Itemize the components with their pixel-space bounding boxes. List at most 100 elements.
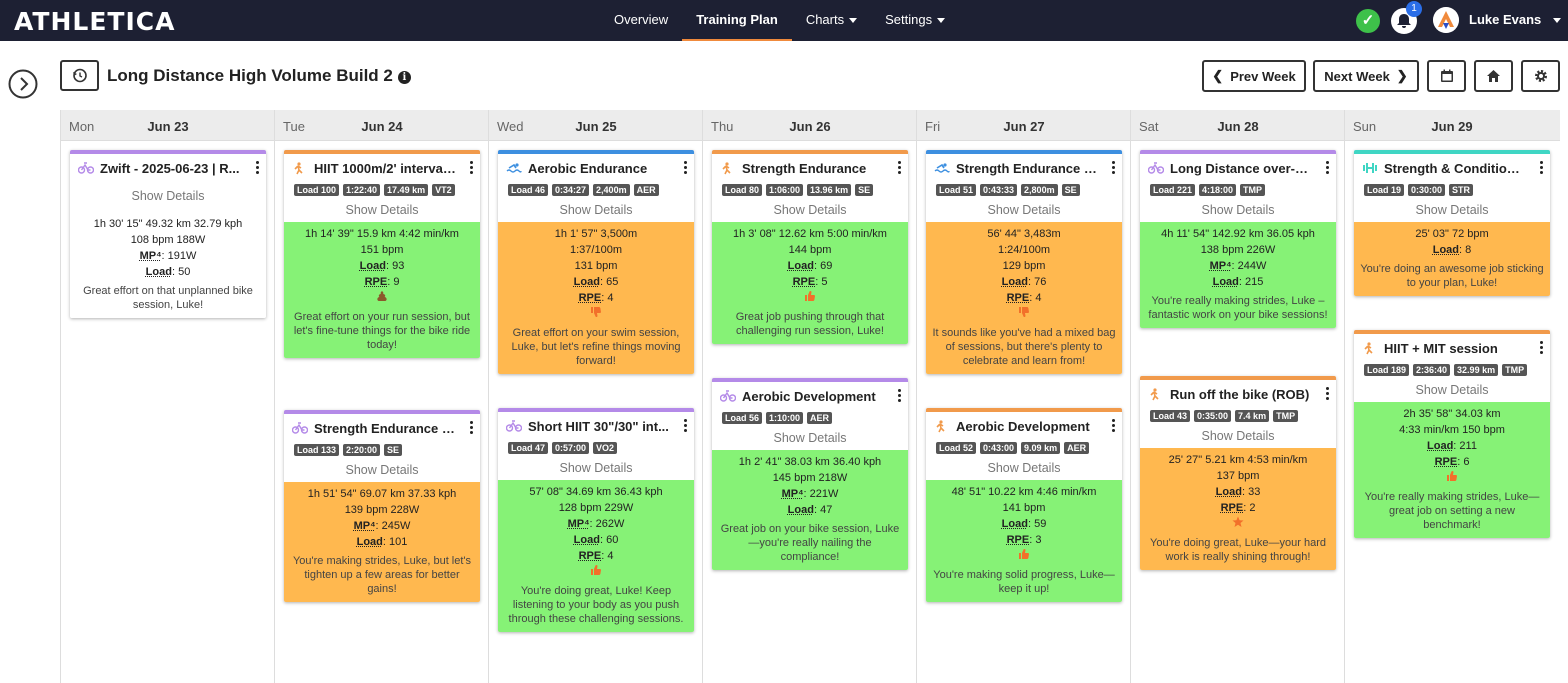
workout-card[interactable]: Strength Endurance - ... Load 133 2:20:00…: [284, 410, 480, 602]
load-label: Load: [1432, 244, 1460, 256]
show-details-link[interactable]: Show Details: [1354, 200, 1550, 222]
history-button[interactable]: [60, 60, 99, 91]
show-details-link[interactable]: Show Details: [1140, 426, 1336, 448]
day-column-tue: Tue Jun 24 HIIT 1000m/2' interval r... Lo…: [275, 110, 489, 683]
workout-card[interactable]: Strength Endurance Load 80 1:06:00 13.96 k…: [712, 150, 908, 344]
workout-title[interactable]: Long Distance over-un...: [1170, 161, 1312, 176]
tag: 7.4 km: [1235, 410, 1270, 422]
workout-results: 57' 08" 34.69 km 36.43 kph 128 bpm 229W …: [498, 480, 694, 632]
result-line: 108 bpm 188W: [130, 234, 206, 246]
tag: AER: [633, 184, 659, 196]
show-details-link[interactable]: Show Details: [284, 460, 480, 482]
show-details-link[interactable]: Show Details: [498, 200, 694, 222]
more-options-icon[interactable]: [1112, 419, 1116, 434]
info-icon[interactable]: i: [397, 71, 411, 84]
more-options-icon[interactable]: [470, 161, 474, 176]
day-date: Jun 27: [1003, 119, 1045, 134]
workout-title[interactable]: Strength Endurance - ...: [314, 421, 456, 436]
more-options-icon[interactable]: [1540, 341, 1544, 356]
dumbbell-icon: [1363, 163, 1377, 173]
workout-title[interactable]: Aerobic Development: [742, 389, 884, 404]
workout-card[interactable]: HIIT + MIT session Load 189 2:36:40 32.99 …: [1354, 330, 1550, 538]
workout-card[interactable]: Long Distance over-un... Load 221 4:18:00…: [1140, 150, 1336, 328]
load-label: Load: [573, 534, 600, 546]
workout-results: 1h 1' 57" 3,500m 1:37/100m 131 bpm Load:…: [498, 222, 694, 374]
mp4-line: MP⁴: 245W: [353, 520, 411, 532]
run-icon: [1150, 388, 1159, 401]
workout-card[interactable]: Aerobic Endurance Load 46 0:34:27 2,400m AE…: [498, 150, 694, 374]
workout-title[interactable]: HIIT 1000m/2' interval r...: [314, 161, 456, 176]
workout-title[interactable]: Aerobic Endurance: [528, 161, 670, 176]
more-options-icon[interactable]: [1326, 161, 1330, 176]
tag: VT2: [432, 184, 455, 196]
more-options-icon[interactable]: [684, 161, 688, 176]
show-details-link[interactable]: Show Details: [70, 186, 266, 208]
workout-card[interactable]: Short HIIT 30"/30" int... Load 47 0:57:00…: [498, 408, 694, 632]
rpe-line: RPE: 4: [578, 292, 614, 304]
day-header: Tue Jun 24: [275, 110, 488, 141]
show-details-link[interactable]: Show Details: [284, 200, 480, 222]
prev-week-label: Prev Week: [1230, 68, 1296, 84]
more-options-icon[interactable]: [684, 419, 688, 434]
workout-title[interactable]: Run off the bike (ROB): [1170, 387, 1312, 402]
expand-sidebar-icon[interactable]: [8, 69, 38, 99]
more-options-icon[interactable]: [256, 161, 260, 176]
show-details-link[interactable]: Show Details: [1354, 380, 1550, 402]
chevron-down-icon[interactable]: [1553, 18, 1561, 23]
rpe-value: 3: [1035, 534, 1042, 546]
nav-settings[interactable]: Settings: [871, 0, 959, 41]
more-options-icon[interactable]: [898, 389, 902, 404]
more-options-icon[interactable]: [898, 161, 902, 176]
load-label: Load: [787, 260, 814, 272]
workout-title[interactable]: Strength Endurance: [742, 161, 884, 176]
nav-overview[interactable]: Overview: [600, 0, 682, 41]
nav-charts[interactable]: Charts: [792, 0, 871, 41]
workout-card[interactable]: Run off the bike (ROB) Load 43 0:35:00 7.4…: [1140, 376, 1336, 570]
user-name[interactable]: Luke Evans: [1469, 12, 1541, 27]
tag: 17.49 km: [384, 184, 429, 196]
more-options-icon[interactable]: [1326, 387, 1330, 402]
load-line: Load: 47: [787, 504, 833, 516]
more-options-icon[interactable]: [470, 421, 474, 436]
show-details-link[interactable]: Show Details: [712, 428, 908, 450]
coach-message: You're making solid progress, Luke—keep …: [933, 569, 1115, 595]
show-details-link[interactable]: Show Details: [926, 200, 1122, 222]
workout-card[interactable]: Aerobic Development Load 56 1:10:00 AER Sh…: [712, 378, 908, 570]
show-details-link[interactable]: Show Details: [498, 458, 694, 480]
workout-title[interactable]: Strength Endurance (SE): [956, 161, 1098, 176]
load-value: 50: [178, 266, 191, 278]
workout-card[interactable]: HIIT 1000m/2' interval r... Load 100 1:22…: [284, 150, 480, 358]
mp4-label: MP⁴: [353, 520, 376, 532]
rpe-line: RPE: 4: [1006, 292, 1042, 304]
more-options-icon[interactable]: [1540, 161, 1544, 176]
workout-title[interactable]: Aerobic Development: [956, 419, 1098, 434]
workout-card[interactable]: Aerobic Development Load 52 0:43:00 9.09 k…: [926, 408, 1122, 602]
avatar[interactable]: [1433, 7, 1459, 33]
more-options-icon[interactable]: [1112, 161, 1116, 176]
workout-title[interactable]: Zwift - 2025-06-23 | R...: [100, 161, 242, 176]
workout-title[interactable]: Short HIIT 30"/30" int...: [528, 419, 670, 434]
calendar-button[interactable]: [1427, 60, 1466, 92]
workout-card[interactable]: Zwift - 2025-06-23 | R... Show Details 1…: [70, 150, 266, 318]
workout-tags: Load 51 0:43:33 2,800m SE: [926, 182, 1122, 200]
workout-title[interactable]: Strength & Conditionin...: [1384, 161, 1526, 176]
result-line: 4:33 min/km 150 bpm: [1399, 424, 1505, 436]
nav-training-plan[interactable]: Training Plan: [682, 0, 792, 41]
next-week-button[interactable]: Next Week ❯: [1313, 60, 1419, 92]
result-line: 1h 2' 41" 38.03 km 36.40 kph: [738, 456, 882, 468]
workout-title[interactable]: HIIT + MIT session: [1384, 341, 1526, 356]
show-details-link[interactable]: Show Details: [926, 458, 1122, 480]
tag: TMP: [1240, 184, 1266, 196]
coach-message: You're really making strides, Luke – fan…: [1148, 295, 1328, 321]
workout-card[interactable]: Strength Endurance (SE) Load 51 0:43:33 2,…: [926, 150, 1122, 374]
show-details-link[interactable]: Show Details: [712, 200, 908, 222]
athletica-logo[interactable]: ATHLETICA: [14, 7, 175, 36]
settings-button[interactable]: [1521, 60, 1560, 92]
load-line: Load: 211: [1427, 440, 1477, 452]
show-details-link[interactable]: Show Details: [1140, 200, 1336, 222]
sync-check-icon[interactable]: ✓: [1356, 9, 1380, 33]
home-button[interactable]: [1474, 60, 1513, 92]
day-date: Jun 25: [575, 119, 617, 134]
workout-card[interactable]: Strength & Conditionin... Load 19 0:30:00…: [1354, 150, 1550, 296]
prev-week-button[interactable]: ❮ Prev Week: [1202, 60, 1306, 92]
